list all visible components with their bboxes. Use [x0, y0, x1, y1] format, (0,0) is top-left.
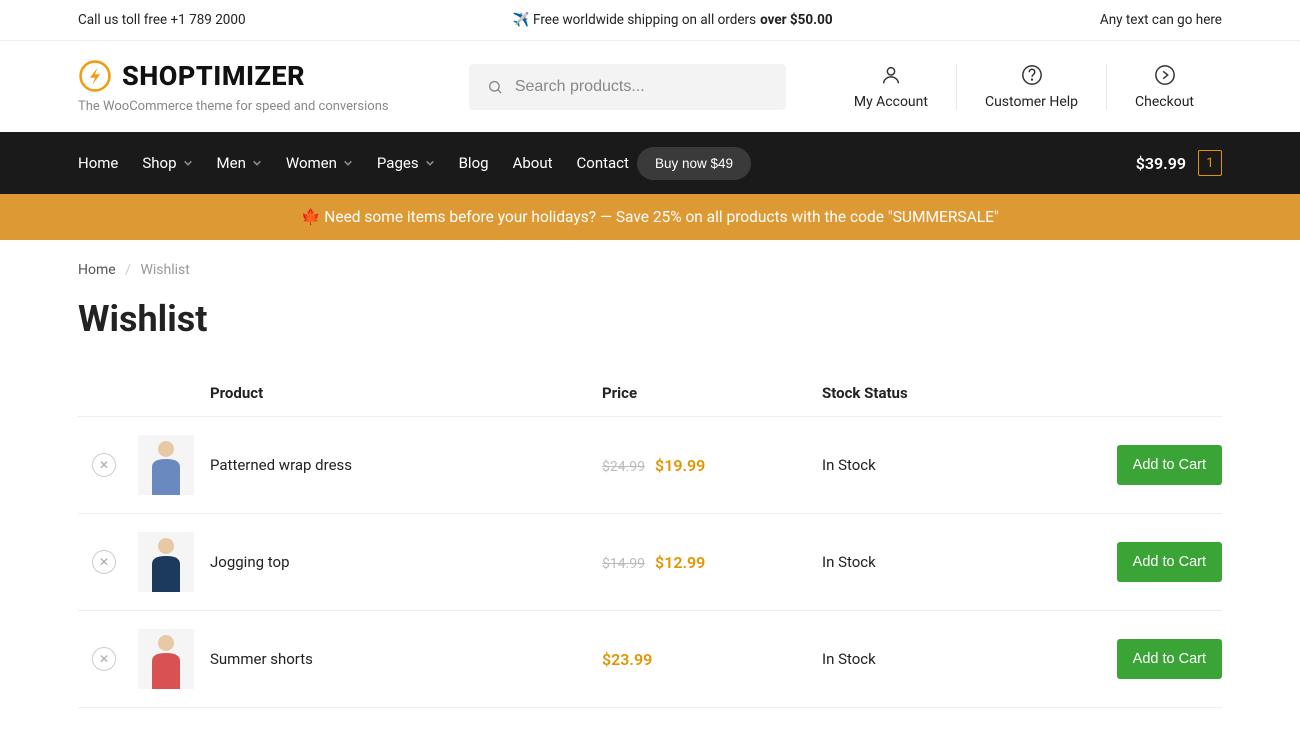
header-product: Product: [210, 370, 602, 417]
table-row: ✕ Summer shorts$23.99 In Stock Add to Cart: [78, 611, 1222, 708]
topbar: Call us toll free +1 789 2000 ✈️ Free wo…: [0, 0, 1300, 41]
topbar-center: ✈️ Free worldwide shipping on all orders…: [513, 12, 833, 28]
chevron-down-icon: [252, 158, 262, 168]
remove-button[interactable]: ✕: [92, 550, 116, 574]
product-name[interactable]: Summer shorts: [210, 611, 602, 708]
buy-now-button[interactable]: Buy now $49: [637, 147, 751, 180]
checkout-icon: [1154, 64, 1176, 86]
search-input[interactable]: [515, 78, 768, 96]
product-name[interactable]: Jogging top: [210, 514, 602, 611]
logo[interactable]: SHOPTIMIZER The WooCommerce theme for sp…: [78, 59, 389, 114]
logo-icon: [78, 59, 112, 93]
breadcrumb-home[interactable]: Home: [78, 262, 116, 278]
action-label: Customer Help: [985, 94, 1078, 110]
product-thumbnail[interactable]: [138, 435, 194, 495]
product-thumbnail[interactable]: [138, 532, 194, 592]
search-icon: [487, 78, 503, 96]
remove-button[interactable]: ✕: [92, 647, 116, 671]
nav-item-women[interactable]: Women: [286, 154, 353, 172]
user-icon: [880, 64, 902, 86]
old-price: $24.99: [602, 459, 645, 475]
header-stock: Stock Status: [822, 370, 1102, 417]
logo-text: SHOPTIMIZER: [122, 60, 305, 92]
add-to-cart-button[interactable]: Add to Cart: [1117, 639, 1222, 679]
stock-status: In Stock: [822, 514, 1102, 611]
help-icon: [1021, 64, 1043, 86]
topbar-left: Call us toll free +1 789 2000: [78, 12, 246, 28]
price: $19.99: [655, 456, 705, 475]
cart-count[interactable]: 1: [1198, 150, 1222, 176]
add-to-cart-button[interactable]: Add to Cart: [1117, 542, 1222, 582]
nav-item-men[interactable]: Men: [217, 154, 262, 172]
action-label: Checkout: [1135, 94, 1194, 110]
header-price: Price: [602, 370, 822, 417]
chevron-down-icon: [183, 158, 193, 168]
customer-help-link[interactable]: Customer Help: [957, 64, 1107, 110]
old-price: $14.99: [602, 556, 645, 572]
action-label: My Account: [854, 94, 928, 110]
nav-item-about[interactable]: About: [513, 154, 553, 172]
nav-item-shop[interactable]: Shop: [142, 154, 192, 172]
table-row: ✕ Jogging top$14.99 $12.99 In Stock Add to C…: [78, 514, 1222, 611]
product-name[interactable]: Patterned wrap dress: [210, 417, 602, 514]
main-nav: Home Shop Men Women Pages Blog About Contact Bu…: [0, 132, 1300, 194]
stock-status: In Stock: [822, 417, 1102, 514]
nav-item-blog[interactable]: Blog: [459, 154, 489, 172]
remove-button[interactable]: ✕: [92, 453, 116, 477]
promo-banner: 🍁 Need some items before your holidays? …: [0, 194, 1300, 240]
cart-total[interactable]: $39.99: [1136, 154, 1186, 173]
product-thumbnail[interactable]: [138, 629, 194, 689]
checkout-link[interactable]: Checkout: [1107, 64, 1222, 110]
stock-status: In Stock: [822, 611, 1102, 708]
nav-item-home[interactable]: Home: [78, 154, 118, 172]
add-to-cart-button[interactable]: Add to Cart: [1117, 445, 1222, 485]
breadcrumb-current: Wishlist: [140, 262, 189, 278]
my-account-link[interactable]: My Account: [826, 64, 957, 110]
nav-item-pages[interactable]: Pages: [377, 154, 435, 172]
table-row: ✕ Patterned wrap dress$24.99 $19.99 In Stoc…: [78, 417, 1222, 514]
wishlist-table: Product Price Stock Status ✕ Patterned wr…: [78, 370, 1222, 708]
header: SHOPTIMIZER The WooCommerce theme for sp…: [0, 41, 1300, 132]
chevron-down-icon: [425, 158, 435, 168]
nav-item-contact[interactable]: Contact: [577, 154, 629, 172]
price: $12.99: [655, 553, 705, 572]
page-title: Wishlist: [0, 278, 1300, 370]
topbar-right: Any text can go here: [1100, 12, 1222, 28]
header-actions: My Account Customer Help Checkout: [826, 64, 1222, 110]
breadcrumb: Home / Wishlist: [0, 240, 1300, 278]
chevron-down-icon: [343, 158, 353, 168]
tagline: The WooCommerce theme for speed and conv…: [78, 99, 389, 114]
search-box[interactable]: [469, 64, 786, 110]
price: $23.99: [602, 650, 652, 669]
